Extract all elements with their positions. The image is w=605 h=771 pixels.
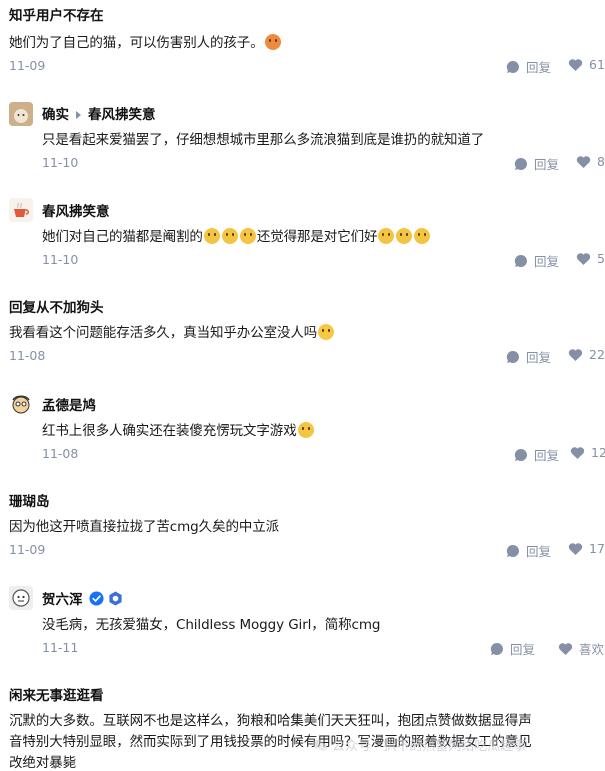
comment-bubble-icon — [514, 157, 527, 170]
heart-icon — [576, 252, 591, 265]
avatar[interactable] — [9, 586, 33, 610]
comment-author[interactable]: 知乎用户不存在 — [9, 4, 104, 24]
comment-date: 11-11 — [42, 640, 79, 655]
comment-bubble-icon — [506, 60, 519, 73]
comment-author[interactable]: 珊瑚岛 — [9, 490, 50, 510]
comment-author[interactable]: 孟德是鸠 — [42, 394, 96, 414]
reply-button[interactable]: 回复 — [506, 541, 551, 560]
like-button[interactable]: 喜欢 — [558, 639, 604, 658]
comment-date: 11-10 — [42, 252, 79, 267]
avatar[interactable] — [9, 392, 33, 416]
angry-emoji-icon — [264, 34, 281, 50]
comment-text: 没毛病，无孩爱猫女，Childless Moggy Girl，简称cmg — [42, 617, 381, 633]
reply-arrow-icon — [76, 110, 81, 119]
comment-author[interactable]: 贺六浑 — [42, 588, 83, 608]
crying-emoji-icon — [318, 324, 335, 340]
comment-bubble-icon — [506, 350, 519, 363]
like-button[interactable]: 12 — [570, 445, 605, 460]
comment-text: 因为他这开喷直接拉拢了苦cmg久矣的中立派 — [9, 519, 280, 535]
heart-icon — [568, 348, 583, 361]
like-button[interactable]: 61 — [568, 57, 605, 72]
like-button[interactable]: 22 — [568, 347, 605, 362]
avatar[interactable] — [9, 102, 33, 126]
heart-icon — [568, 58, 583, 71]
teacup-avatar-icon — [9, 198, 33, 222]
cartoon-face-avatar-icon — [9, 392, 33, 416]
reply-to-author[interactable]: 春风拂笑意 — [88, 107, 156, 123]
comment-text: 她们对自己的猫都是阉割的 还觉得那是对它们好 — [42, 225, 431, 245]
verified-badge-icon — [88, 590, 104, 606]
comment-author-line: 确实 春风拂笑意 — [42, 103, 156, 123]
thinking-emoji-icon — [297, 422, 314, 438]
avatar[interactable] — [9, 198, 33, 222]
smirk-emoji-icon — [203, 228, 220, 244]
like-button[interactable]: 17 — [568, 541, 605, 556]
reply-button[interactable]: 回复 — [514, 154, 559, 173]
creator-badge-icon — [108, 590, 122, 606]
like-button[interactable]: 8 — [576, 154, 605, 169]
watermark: 公众号 · 扒不的热留网络吃瓜趣事 — [312, 735, 526, 754]
comment-author[interactable]: 确实 — [42, 107, 69, 123]
comment-author-line: 贺六浑 — [42, 588, 123, 608]
reply-button[interactable]: 回复 — [514, 445, 559, 464]
comment-bubble-icon — [514, 254, 527, 267]
comment-text: 我看看这个问题能存活多久，真当知乎办公室没人吗 — [9, 321, 335, 341]
comment-date: 11-10 — [42, 155, 79, 170]
reply-button[interactable]: 回复 — [506, 57, 551, 76]
comment-bubble-icon — [506, 544, 519, 557]
like-button[interactable]: 5 — [576, 251, 605, 266]
thinking-emoji-icon — [378, 228, 395, 244]
thinking-emoji-icon — [396, 228, 413, 244]
comment-author[interactable]: 春风拂笑意 — [42, 200, 110, 220]
comment-date: 11-09 — [9, 58, 46, 73]
heart-icon — [570, 446, 585, 459]
reply-button[interactable]: 回复 — [490, 639, 535, 658]
comment-text: 红书上很多人确实还在装傻充愣玩文字游戏 — [42, 419, 315, 439]
heart-icon — [558, 642, 573, 655]
reply-button[interactable]: 回复 — [514, 251, 559, 270]
thinking-emoji-icon — [414, 228, 431, 244]
comment-date: 11-08 — [42, 446, 79, 461]
face-avatar-icon — [9, 586, 33, 610]
smirk-emoji-icon — [239, 228, 256, 244]
comment-text-line: 改绝对暴毙 — [9, 755, 76, 771]
reply-button[interactable]: 回复 — [506, 347, 551, 366]
comment-bubble-icon — [490, 642, 503, 655]
comment-bubble-icon — [514, 448, 527, 461]
heart-icon — [576, 155, 591, 168]
comment-text: 她们为了自己的猫，可以伤害别人的孩子。 — [9, 31, 282, 51]
comment-date: 11-09 — [9, 542, 46, 557]
cat-avatar-icon — [9, 102, 33, 126]
comment-date: 11-08 — [9, 348, 46, 363]
heart-icon — [568, 542, 583, 555]
comment-text: 只是看起来爱猫罢了，仔细想想城市里那么多流浪猫到底是谁扔的就知道了 — [42, 132, 485, 148]
wechat-icon — [312, 739, 328, 751]
comment-author[interactable]: 闲来无事逛逛看 — [9, 684, 104, 704]
comment-text-line: 沉默的大多数。互联网不也是这样么，狗粮和哈集美们天天狂叫，抱团点赞做数据显得声 — [9, 713, 532, 729]
smirk-emoji-icon — [221, 228, 238, 244]
comment-author[interactable]: 回复从不加狗头 — [9, 296, 104, 316]
